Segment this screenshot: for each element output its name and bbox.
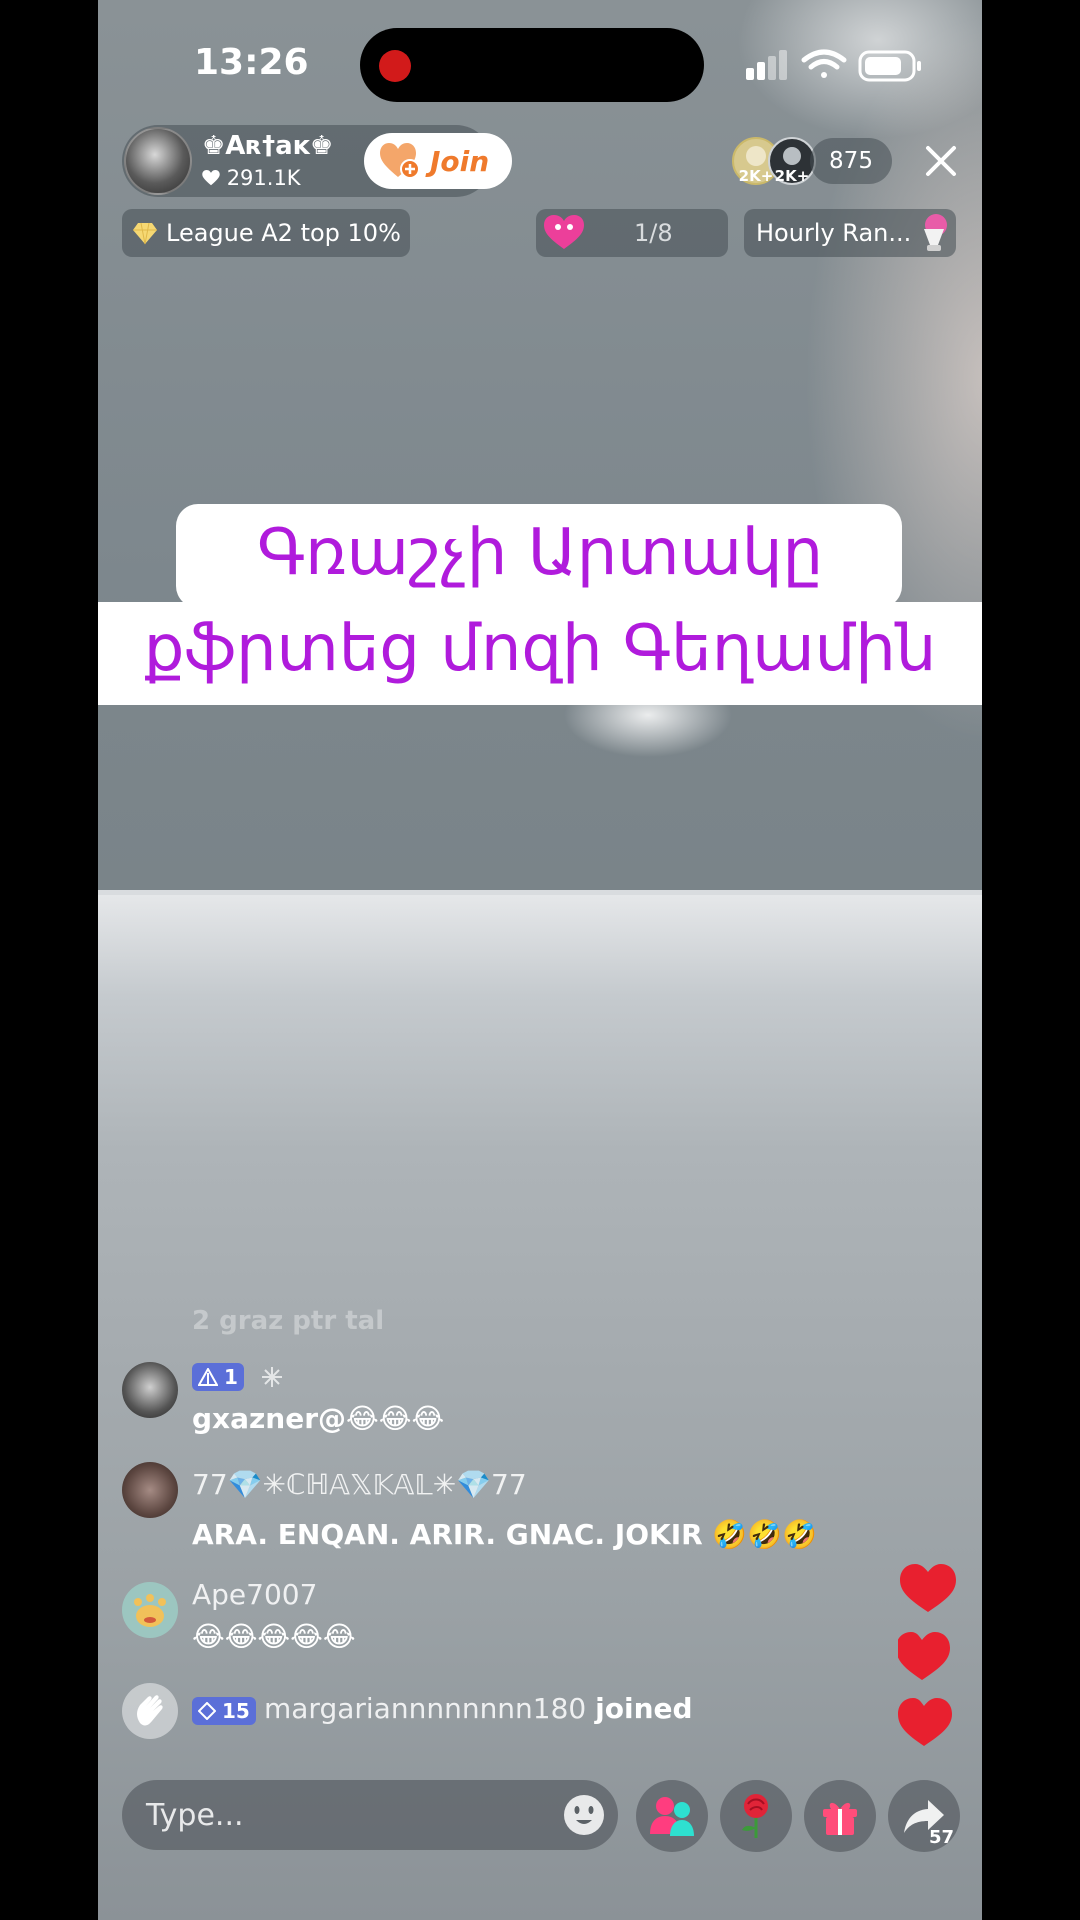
comment-input[interactable]: Type... <box>122 1780 618 1850</box>
heart-icon <box>898 1632 950 1680</box>
comment-message: 😂😂😂😂😂 <box>192 1620 356 1653</box>
top-viewers[interactable]: 2K+ 2K+ <box>732 136 816 186</box>
multi-guest-icon <box>650 1797 694 1836</box>
hourly-ranking[interactable]: Hourly Ran... <box>744 209 956 257</box>
dynamic-island <box>360 28 704 102</box>
heart-icon <box>900 1564 956 1612</box>
hourly-ranking-label: Hourly Ran... <box>756 219 912 247</box>
comment-avatar[interactable] <box>122 1462 178 1518</box>
gift-button[interactable] <box>804 1780 876 1852</box>
share-button[interactable]: 57 <box>888 1780 960 1852</box>
host-name: ♚Aʀ†aĸ♚ <box>202 131 334 161</box>
join-button[interactable]: Join <box>364 133 512 189</box>
join-event-text: margariannnnnnnn180 joined <box>264 1692 693 1725</box>
join-button-label: Join <box>430 144 490 178</box>
user-level-badge: 1 <box>192 1363 244 1391</box>
rank-progress[interactable]: 1/8 <box>536 209 728 257</box>
host-likes: 291.1K <box>202 166 301 190</box>
diamond-outline-icon <box>198 1702 216 1720</box>
league-badge[interactable]: League A2 top 10% <box>122 209 410 257</box>
trophy-icon <box>924 214 947 251</box>
diamond-icon <box>133 222 157 245</box>
caption-line-2: քֆրտեց մոզի Գեղամին <box>143 612 937 686</box>
floating-hearts <box>898 1564 956 1746</box>
host-info[interactable]: ♚Aʀ†aĸ♚ 291.1K Join <box>122 125 512 197</box>
comment-username[interactable]: 77💎✳ℂℍ𝔸𝕏𝕂𝔸𝕃✳💎77 <box>192 1468 527 1501</box>
alien-avatar-icon <box>134 1594 166 1627</box>
wave-icon <box>137 1695 163 1726</box>
joiner-level-badge: 15 <box>192 1697 256 1725</box>
comment-message: ARA. ENQAN. ARIR. GNAC. JOKIR 🤣🤣🤣 <box>192 1518 818 1551</box>
multi-guest-button[interactable] <box>636 1780 708 1852</box>
rank-triangle-icon <box>198 1368 218 1386</box>
join-heart-icon <box>380 143 420 179</box>
comment-username[interactable]: Ape7007 <box>192 1578 317 1611</box>
gift-icon <box>823 1802 857 1835</box>
share-count: 57 <box>928 1827 954 1848</box>
joiner-username[interactable]: margariannnnnnnn180 <box>264 1692 586 1725</box>
sparkle-icon <box>262 1367 282 1387</box>
rose-icon <box>742 1794 768 1838</box>
caption-line-1: Գռաշչի Արտակը <box>256 516 824 590</box>
comment-input-placeholder: Type... <box>146 1798 244 1833</box>
heart-sticker-icon <box>544 215 584 249</box>
comment-message: gxazner@😂😂😂 <box>192 1402 445 1435</box>
join-event-icon <box>122 1683 178 1739</box>
heart-icon <box>202 170 220 186</box>
comment-avatar[interactable] <box>122 1582 178 1638</box>
signal-icon <box>746 50 787 80</box>
recording-indicator-icon <box>379 50 411 82</box>
live-stream-screen: 13:26 ♚Aʀ†aĸ♚ 291.1K Join 2K+ 2K+ 875 Le… <box>98 0 982 1920</box>
viewer-badge-1: 2K+ <box>739 167 774 185</box>
heart-icon <box>898 1698 952 1746</box>
faded-comment: 2 graz ptr tal <box>192 1306 385 1336</box>
user-level-value: 1 <box>224 1365 238 1389</box>
joined-label: joined <box>595 1692 693 1725</box>
league-label: League A2 top 10% <box>166 219 401 247</box>
rank-fraction: 1/8 <box>634 219 673 247</box>
rose-gift-button[interactable] <box>720 1780 792 1852</box>
close-icon[interactable] <box>920 140 962 182</box>
status-icons <box>746 49 921 82</box>
wifi-icon <box>801 49 847 78</box>
background-floor-edge <box>98 890 982 895</box>
host-avatar[interactable] <box>124 127 192 195</box>
battery-icon <box>858 50 921 82</box>
viewer-count[interactable]: 875 <box>810 138 892 184</box>
status-time: 13:26 <box>194 42 309 83</box>
host-likes-count: 291.1K <box>226 166 301 190</box>
comment-avatar[interactable] <box>122 1362 178 1418</box>
emoji-icon[interactable] <box>562 1793 606 1837</box>
viewer-badge-2: 2K+ <box>775 167 810 185</box>
joiner-level-value: 15 <box>222 1699 250 1723</box>
